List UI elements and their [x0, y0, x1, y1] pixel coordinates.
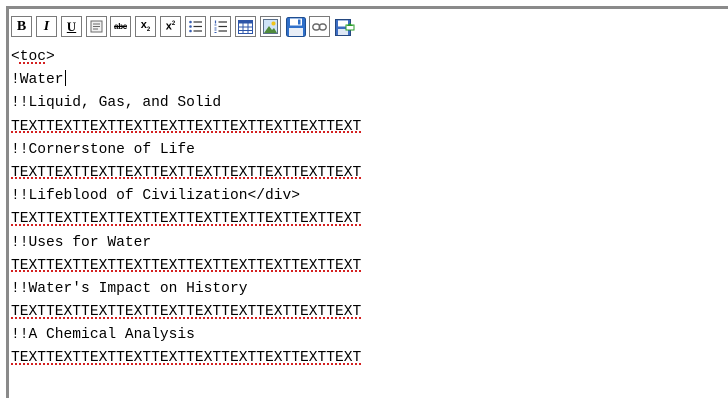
underline-button[interactable]: U: [61, 16, 82, 37]
export-button[interactable]: [334, 16, 355, 37]
editor-line-toc: <toc>: [11, 49, 55, 65]
superscript-button[interactable]: x2: [160, 16, 181, 37]
table-button[interactable]: [235, 16, 256, 37]
table-icon: [238, 19, 253, 34]
bold-button[interactable]: B: [11, 16, 32, 37]
link-icon: [312, 22, 327, 31]
editor-line-misspelled: TEXTTEXTTEXTTEXTTEXTTEXTTEXTTEXTTEXTTEXT: [11, 304, 362, 321]
bulleted-list-button[interactable]: [185, 16, 206, 37]
image-button[interactable]: [260, 16, 281, 37]
editor-line-misspelled: TEXTTEXTTEXTTEXTTEXTTEXTTEXTTEXTTEXTTEXT: [11, 350, 362, 367]
editor-line: !!Uses for Water: [11, 234, 152, 251]
editor-line: !Water: [11, 69, 728, 92]
editor-line-misspelled: TEXTTEXTTEXTTEXTTEXTTEXTTEXTTEXTTEXTTEXT: [11, 118, 362, 135]
editor-line-misspelled: TEXTTEXTTEXTTEXTTEXTTEXTTEXTTEXTTEXTTEXT: [11, 211, 362, 228]
save-button[interactable]: [285, 16, 306, 37]
editor-line: !!Lifeblood of Civilization</div>: [11, 188, 301, 205]
floppy-disk-icon: [285, 16, 306, 37]
italic-button[interactable]: I: [36, 16, 57, 37]
text-caret: [64, 70, 66, 87]
strikethrough-button[interactable]: abc: [110, 16, 131, 37]
numbered-list-icon: [214, 20, 227, 33]
editor-line: !!A Chemical Analysis: [11, 327, 195, 344]
link-button[interactable]: [309, 16, 330, 37]
editor-toolbar: B I U abc x2 x2: [9, 9, 728, 46]
editor-line: !!Water's Impact on History: [11, 280, 248, 297]
editor-frame: B I U abc x2 x2 <toc> !Water !!Liquid, G…: [6, 6, 728, 398]
subscript-button[interactable]: x2: [135, 16, 156, 37]
subscript-icon: x2: [140, 18, 151, 34]
bulleted-list-icon: [189, 20, 202, 33]
export-icon: [334, 18, 354, 36]
bold-icon: B: [16, 18, 27, 34]
editor-line: !!Cornerstone of Life: [11, 141, 195, 158]
editor-line-text: !Water: [11, 72, 64, 89]
wiki-text-editor[interactable]: <toc> !Water !!Liquid, Gas, and Solid TE…: [11, 46, 728, 398]
strikethrough-icon: abc: [114, 21, 127, 31]
underline-icon: U: [66, 19, 77, 34]
editor-line-misspelled: TEXTTEXTTEXTTEXTTEXTTEXTTEXTTEXTTEXTTEXT: [11, 257, 362, 274]
image-icon: [263, 19, 278, 34]
spellcheck-word: toc: [19, 49, 47, 65]
editor-line: !!Liquid, Gas, and Solid: [11, 95, 222, 112]
editor-line-misspelled: TEXTTEXTTEXTTEXTTEXTTEXTTEXTTEXTTEXTTEXT: [11, 164, 362, 181]
paste-text-button[interactable]: [86, 16, 107, 37]
numbered-list-button[interactable]: [210, 16, 231, 37]
italic-icon: I: [43, 18, 50, 34]
paste-text-icon: [90, 20, 103, 33]
superscript-icon: x2: [165, 20, 176, 33]
